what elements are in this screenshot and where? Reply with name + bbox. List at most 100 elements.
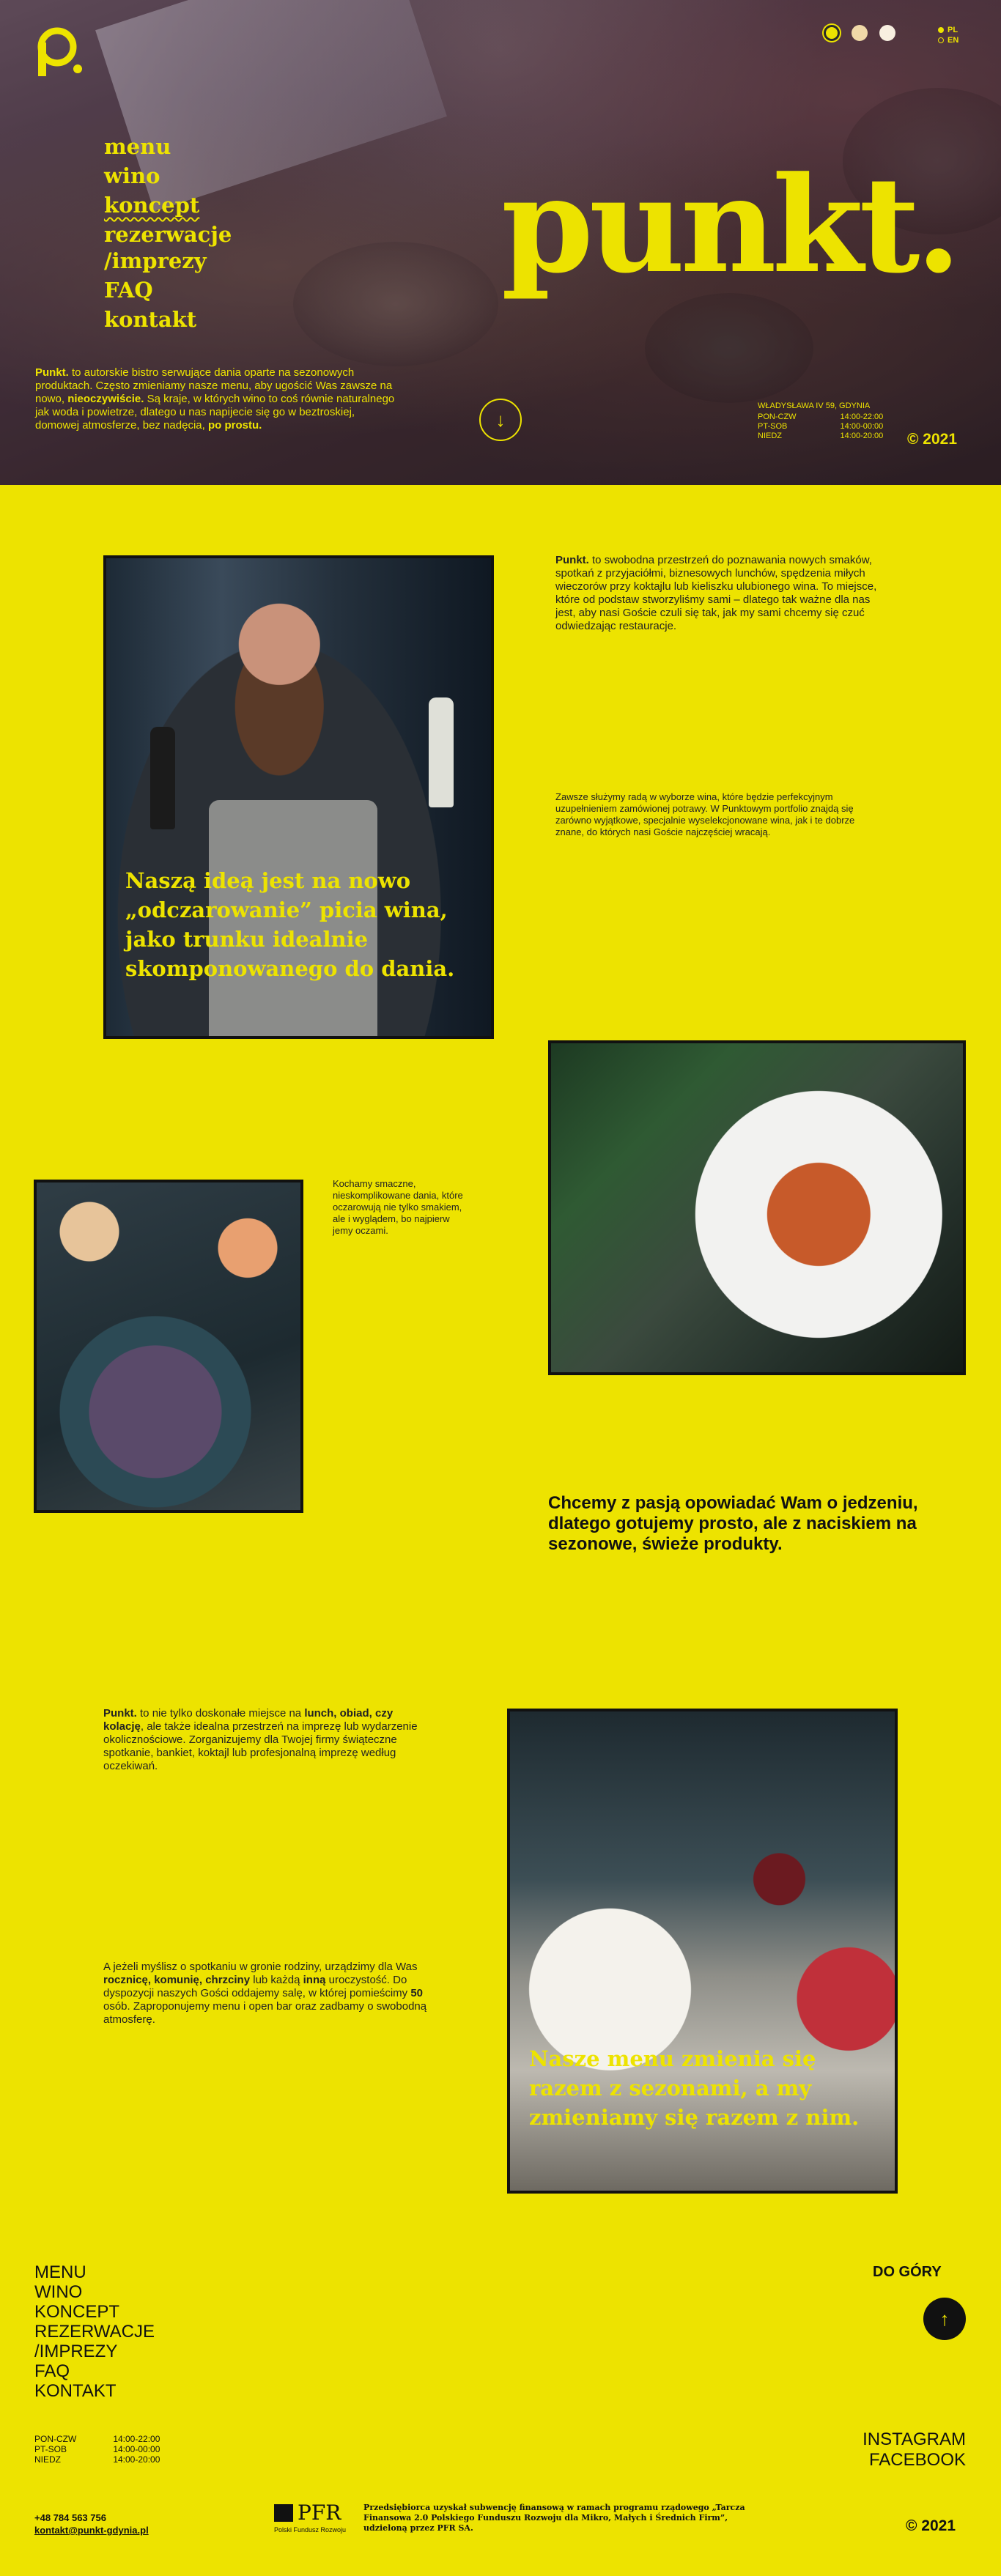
lang-en-bullet-icon bbox=[938, 37, 944, 43]
nav-imprezy[interactable]: /imprezy bbox=[104, 248, 207, 274]
footer-nav-wino[interactable]: WINO bbox=[34, 2282, 155, 2302]
hero-copyright: © 2021 bbox=[907, 431, 958, 448]
photo-bottle-light bbox=[429, 697, 454, 807]
photo-plated-dish-bg bbox=[551, 1043, 963, 1372]
nav-kontakt[interactable]: kontakt bbox=[104, 306, 196, 333]
footer-nav-menu[interactable]: MENU bbox=[34, 2262, 155, 2282]
photo-drinks-table-bg bbox=[37, 1182, 300, 1510]
language-switcher: PL EN bbox=[938, 25, 958, 45]
hero-about-bold: nieoczywiście. bbox=[67, 393, 144, 405]
hours-row: PON-CZW 14:00-22:00 bbox=[758, 412, 883, 422]
events-brand: Punkt. bbox=[103, 1707, 137, 1720]
hours-time: 14:00-00:00 bbox=[840, 422, 884, 431]
footer-nav-koncept[interactable]: KONCEPT bbox=[34, 2302, 155, 2322]
pfr-logo-name: PFR bbox=[298, 2501, 341, 2525]
pfr-notice: PFR Polski Fundusz Rozwoju Przedsiębiorc… bbox=[274, 2503, 774, 2534]
family-part-g: osób. Zaproponujemy menu i open bar oraz… bbox=[103, 2000, 427, 2026]
family-bold-occasions: rocznicę, komunię, chrzciny bbox=[103, 1974, 251, 1986]
hours-row: PT-SOB 14:00-00:00 bbox=[758, 422, 883, 432]
hero-about-brand: Punkt. bbox=[35, 366, 69, 379]
nav-faq[interactable]: FAQ bbox=[104, 277, 153, 303]
main-nav: menu wino koncept rezerwacje /imprezy FA… bbox=[104, 133, 232, 336]
hours-time: 14:00-22:00 bbox=[113, 2434, 160, 2444]
hours-days: PON-CZW bbox=[758, 412, 797, 421]
theme-cream-dot[interactable] bbox=[879, 25, 895, 41]
nav-rezerwacje[interactable]: rezerwacje bbox=[104, 221, 232, 248]
footer-nav-rezerwacje[interactable]: REZERWACJE bbox=[34, 2322, 155, 2342]
instagram-link[interactable]: INSTAGRAM bbox=[850, 2429, 966, 2450]
events-text: Punkt. to nie tylko doskonałe miejsce na… bbox=[103, 1707, 433, 1773]
hero-opening-hours: WŁADYSŁAWA IV 59, GDYNIA PON-CZW 14:00-22… bbox=[758, 401, 883, 441]
theme-beige-dot[interactable] bbox=[852, 25, 868, 41]
hours-row: PON-CZW 14:00-22:00 bbox=[34, 2434, 160, 2444]
arrow-down-icon: ↓ bbox=[495, 408, 506, 431]
hours-time: 14:00-22:00 bbox=[840, 412, 884, 421]
food-love-text: Kochamy smaczne, nieskomplikowane dania,… bbox=[333, 1178, 463, 1236]
arrow-up-icon: ↑ bbox=[939, 2307, 950, 2330]
brand-wordmark: punkt. bbox=[501, 148, 961, 303]
hours-row: NIEDZ 14:00-20:00 bbox=[758, 432, 883, 441]
hours-days: NIEDZ bbox=[34, 2454, 61, 2465]
hours-time: 14:00-20:00 bbox=[113, 2454, 160, 2465]
address: WŁADYSŁAWA IV 59, GDYNIA bbox=[758, 401, 871, 410]
back-to-top-button[interactable]: ↑ bbox=[923, 2298, 966, 2340]
footer-nav-kontakt[interactable]: KONTAKT bbox=[34, 2381, 155, 2401]
phone-number[interactable]: +48 784 563 756 bbox=[34, 2512, 149, 2524]
intro-text: Punkt. to swobodna przestrzeń do poznawa… bbox=[555, 554, 891, 633]
footer-nav: MENU WINO KONCEPT REZERWACJE /IMPREZY FA… bbox=[34, 2262, 155, 2401]
pfr-logo-subtitle: Polski Fundusz Rozwoju bbox=[274, 2526, 347, 2534]
theme-yellow-dot[interactable] bbox=[824, 25, 840, 41]
pfr-flag-icon bbox=[274, 2504, 293, 2522]
hours-time: 14:00-00:00 bbox=[113, 2444, 160, 2454]
seasonal-menu-quote: Nasze menu zmienia się razem z sezonami,… bbox=[529, 2046, 860, 2130]
family-part-a: A jeżeli myślisz o spotkaniu w gronie ro… bbox=[103, 1961, 418, 1973]
photo-sommelier: Naszą ideą jest na nowo „odczarowanie” p… bbox=[103, 555, 494, 1039]
lang-pl-label: PL bbox=[948, 26, 958, 34]
logo-icon[interactable] bbox=[32, 25, 86, 79]
hero-section: menu wino koncept rezerwacje /imprezy FA… bbox=[0, 0, 1001, 485]
wine-advice-text: Zawsze służymy radą w wyborze wina, któr… bbox=[555, 791, 855, 837]
social-links: INSTAGRAM FACEBOOK bbox=[850, 2429, 966, 2470]
hours-row: PT-SOB 14:00-00:00 bbox=[34, 2444, 160, 2454]
hours-time: 14:00-20:00 bbox=[840, 432, 884, 440]
footer-copyright: © 2021 bbox=[906, 2517, 956, 2534]
footer-opening-hours: PON-CZW 14:00-22:00 PT-SOB 14:00-00:00 NIE… bbox=[34, 2434, 160, 2465]
theme-switcher bbox=[824, 25, 895, 41]
food-headline: Chcemy z pasją opowiadać Wam o jedzeniu,… bbox=[548, 1493, 918, 1554]
family-bold-other: inną bbox=[303, 1974, 326, 1986]
lang-en[interactable]: EN bbox=[938, 35, 958, 45]
pfr-logo: PFR Polski Fundusz Rozwoju bbox=[274, 2503, 346, 2534]
intro-body: to swobodna przestrzeń do poznawania now… bbox=[555, 554, 877, 632]
nav-menu[interactable]: menu bbox=[104, 133, 171, 160]
hours-days: PON-CZW bbox=[34, 2434, 77, 2444]
intro-brand: Punkt. bbox=[555, 554, 589, 566]
lang-pl-bullet-icon bbox=[938, 27, 944, 33]
lang-pl[interactable]: PL bbox=[938, 25, 958, 35]
footer-nav-imprezy[interactable]: /IMPREZY bbox=[34, 2342, 155, 2361]
nav-wino[interactable]: wino bbox=[104, 163, 160, 189]
family-part-c: lub każdą bbox=[250, 1974, 303, 1986]
facebook-link[interactable]: FACEBOOK bbox=[850, 2450, 966, 2470]
events-part-a: to nie tylko doskonałe miejsce na bbox=[136, 1707, 305, 1720]
events-part-c: , ale także idealna przestrzeń na imprez… bbox=[103, 1720, 418, 1772]
footer-nav-faq[interactable]: FAQ bbox=[34, 2361, 155, 2381]
family-bold-capacity: 50 bbox=[410, 1987, 424, 1999]
email-link[interactable]: kontakt@punkt-gdynia.pl bbox=[34, 2525, 149, 2536]
hours-days: PT-SOB bbox=[34, 2444, 67, 2454]
scroll-down-button[interactable]: ↓ bbox=[479, 399, 522, 441]
pfr-subsidy-text: Przedsiębiorca uzyskał subwencję finanso… bbox=[363, 2503, 745, 2533]
hours-days: PT-SOB bbox=[758, 422, 788, 431]
hours-row: NIEDZ 14:00-20:00 bbox=[34, 2454, 160, 2465]
family-events-text: A jeżeli myślisz o spotkaniu w gronie ro… bbox=[103, 1961, 433, 2027]
photo-bottle-dark bbox=[150, 727, 175, 829]
lang-en-label: EN bbox=[948, 36, 959, 45]
wine-idea-quote: Naszą ideą jest na nowo „odczarowanie” p… bbox=[125, 868, 455, 981]
photo-dinner-toast: Nasze menu zmienia się razem z sezonami,… bbox=[507, 1709, 898, 2194]
back-to-top-label[interactable]: DO GÓRY bbox=[873, 2264, 942, 2281]
hours-days: NIEDZ bbox=[758, 432, 782, 440]
hero-about-text: Punkt. to autorskie bistro serwujące dan… bbox=[35, 366, 402, 432]
hero-about-end: po prostu. bbox=[207, 419, 262, 432]
photo-drinks-table bbox=[34, 1180, 303, 1513]
photo-plated-dish bbox=[548, 1040, 966, 1375]
nav-koncept[interactable]: koncept bbox=[104, 192, 199, 218]
